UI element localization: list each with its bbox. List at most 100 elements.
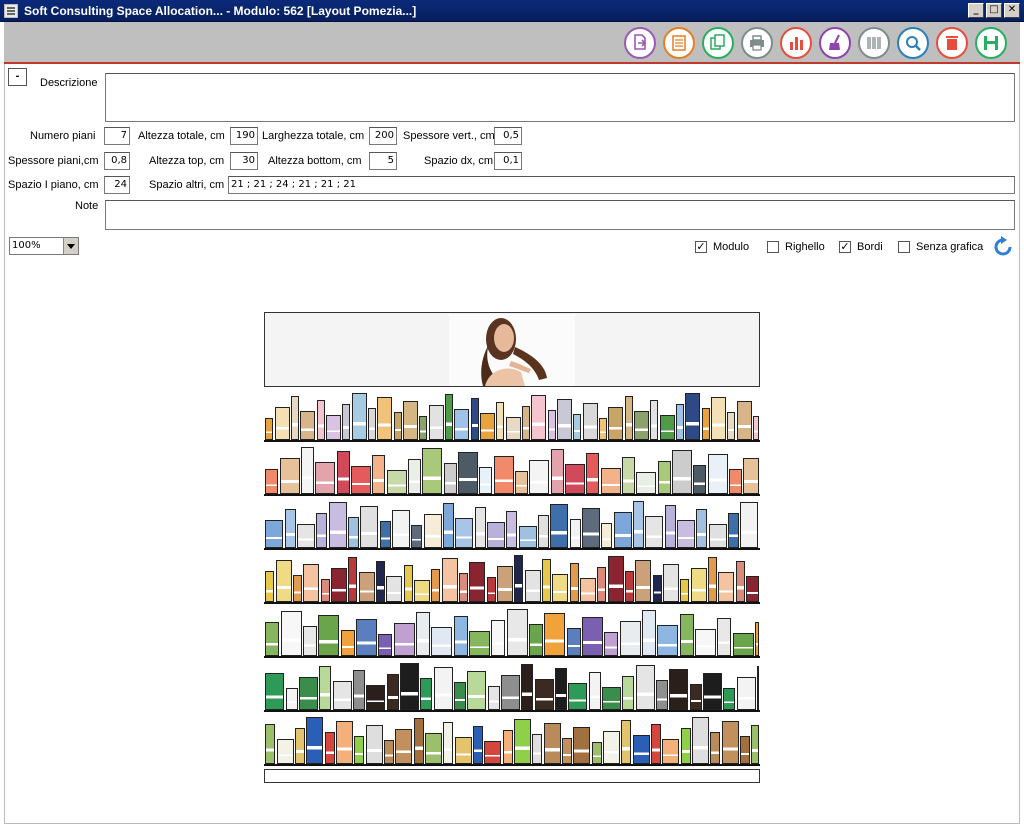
product-item[interactable] xyxy=(740,736,750,764)
close-button[interactable]: ✕ xyxy=(1004,3,1020,18)
product-item[interactable] xyxy=(329,502,347,548)
product-item[interactable] xyxy=(743,458,759,494)
product-item[interactable] xyxy=(300,411,315,440)
product-item[interactable] xyxy=(444,463,457,494)
checkbox-modulo[interactable]: ✓ Modulo xyxy=(695,241,749,253)
checkbox-bordi[interactable]: ✓ Bordi xyxy=(839,241,883,253)
product-item[interactable] xyxy=(473,726,483,764)
product-item[interactable] xyxy=(455,518,473,548)
product-item[interactable] xyxy=(425,733,442,764)
product-item[interactable] xyxy=(337,451,350,494)
product-item[interactable] xyxy=(567,628,581,656)
product-item[interactable] xyxy=(352,393,367,440)
product-item[interactable] xyxy=(360,506,378,548)
product-item[interactable] xyxy=(414,718,424,764)
product-item[interactable] xyxy=(672,450,692,494)
refresh-icon[interactable] xyxy=(992,236,1014,258)
product-item[interactable] xyxy=(387,674,399,710)
product-item[interactable] xyxy=(404,565,413,602)
product-item[interactable] xyxy=(429,405,444,440)
product-item[interactable] xyxy=(544,613,565,656)
export-button[interactable] xyxy=(624,27,656,59)
product-item[interactable] xyxy=(733,633,754,656)
product-item[interactable] xyxy=(480,413,495,440)
product-item[interactable] xyxy=(557,399,572,440)
product-item[interactable] xyxy=(326,415,341,440)
product-item[interactable] xyxy=(487,522,505,548)
product-item[interactable] xyxy=(685,393,700,440)
product-item[interactable] xyxy=(281,611,302,656)
product-item[interactable] xyxy=(692,717,709,764)
product-item[interactable] xyxy=(431,627,452,656)
product-item[interactable] xyxy=(604,632,618,656)
checkbox-box[interactable]: ✓ xyxy=(695,241,707,253)
product-item[interactable] xyxy=(548,410,556,440)
product-item[interactable] xyxy=(265,724,275,764)
product-item[interactable] xyxy=(303,626,317,656)
product-item[interactable] xyxy=(265,622,279,656)
product-item[interactable] xyxy=(455,737,472,764)
product-item[interactable] xyxy=(531,395,546,440)
chart-button[interactable] xyxy=(780,27,812,59)
product-item[interactable] xyxy=(333,681,352,710)
product-item[interactable] xyxy=(751,725,759,764)
product-item[interactable] xyxy=(680,579,689,602)
product-item[interactable] xyxy=(372,455,385,494)
note-field[interactable] xyxy=(105,200,1015,230)
product-item[interactable] xyxy=(479,467,492,494)
product-item[interactable] xyxy=(515,471,528,494)
altezza-top-field[interactable]: 30 xyxy=(230,152,258,170)
product-item[interactable] xyxy=(295,728,305,764)
product-item[interactable] xyxy=(680,614,694,656)
product-item[interactable] xyxy=(599,418,607,440)
product-item[interactable] xyxy=(586,453,599,494)
product-item[interactable] xyxy=(708,557,717,602)
product-item[interactable] xyxy=(555,668,567,710)
product-item[interactable] xyxy=(709,524,727,548)
product-item[interactable] xyxy=(467,671,486,710)
product-item[interactable] xyxy=(419,416,427,440)
product-item[interactable] xyxy=(529,624,543,656)
product-item[interactable] xyxy=(306,717,323,764)
product-item[interactable] xyxy=(602,687,621,710)
product-item[interactable] xyxy=(636,472,656,494)
product-item[interactable] xyxy=(691,568,707,602)
product-item[interactable] xyxy=(552,574,568,602)
product-item[interactable] xyxy=(740,502,758,548)
product-item[interactable] xyxy=(551,449,564,494)
product-item[interactable] xyxy=(729,469,742,494)
product-item[interactable] xyxy=(265,469,278,494)
product-item[interactable] xyxy=(400,663,419,710)
product-item[interactable] xyxy=(475,507,486,548)
product-item[interactable] xyxy=(317,400,325,440)
product-item[interactable] xyxy=(420,678,432,710)
product-item[interactable] xyxy=(321,579,330,602)
product-item[interactable] xyxy=(703,673,722,710)
product-item[interactable] xyxy=(755,622,759,656)
save-button[interactable] xyxy=(975,27,1007,59)
product-item[interactable] xyxy=(696,509,707,548)
product-item[interactable] xyxy=(494,456,514,494)
product-item[interactable] xyxy=(592,742,602,764)
product-item[interactable] xyxy=(301,447,314,494)
product-item[interactable] xyxy=(458,452,478,494)
product-item[interactable] xyxy=(356,619,377,656)
product-item[interactable] xyxy=(501,675,520,710)
list-button[interactable] xyxy=(663,27,695,59)
spazio-dx-field[interactable]: 0,1 xyxy=(494,152,522,170)
product-item[interactable] xyxy=(331,568,347,602)
product-item[interactable] xyxy=(414,580,430,602)
product-item[interactable] xyxy=(573,727,590,764)
product-item[interactable] xyxy=(384,740,394,764)
product-item[interactable] xyxy=(582,617,603,656)
product-item[interactable] xyxy=(471,398,479,440)
product-item[interactable] xyxy=(496,402,504,440)
product-item[interactable] xyxy=(277,739,294,764)
product-item[interactable] xyxy=(359,572,375,602)
product-item[interactable] xyxy=(484,741,501,764)
copy-button[interactable] xyxy=(702,27,734,59)
product-item[interactable] xyxy=(681,728,691,764)
product-item[interactable] xyxy=(443,503,454,548)
product-item[interactable] xyxy=(411,525,422,548)
product-item[interactable] xyxy=(711,397,726,440)
